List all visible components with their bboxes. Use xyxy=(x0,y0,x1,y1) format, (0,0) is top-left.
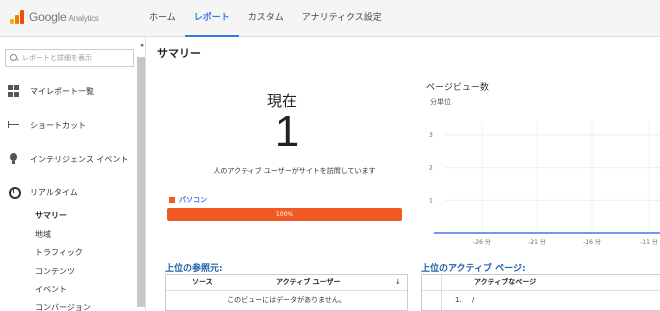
sidebar-collapse-button[interactable]: ◂ xyxy=(137,41,146,51)
active-user-count: 1 xyxy=(274,107,300,156)
main-content: サマリー 現在 1 人のアクティブ ユーザーがサイトを訪問しています パソコン … xyxy=(147,37,660,311)
no-data-message: このビューにはデータがありません。 xyxy=(227,296,346,304)
device-share-bar: 100% xyxy=(167,208,402,221)
clock-icon xyxy=(8,186,21,199)
sidebar-item-realtime[interactable]: リアルタイム xyxy=(0,182,137,202)
sidebar-subitem-locations[interactable]: 地域 xyxy=(35,229,51,240)
sidebar-item-label: マイレポート一覧 xyxy=(30,86,94,96)
top-referrers-table: ソース アクティブ ユーザー ↓ このビューにはデータがありません。 xyxy=(165,274,408,311)
top-bar: Google Analytics ホーム レポート カスタム アナリティクス設定 xyxy=(0,0,660,37)
top-active-pages-table: アクティブなページ 1. / xyxy=(421,274,660,311)
tab-custom[interactable]: カスタム xyxy=(239,0,293,37)
sidebar-item-my-reports[interactable]: マイレポート一覧 xyxy=(0,81,137,101)
col-active-users-header[interactable]: アクティブ ユーザー xyxy=(276,275,341,290)
tab-home[interactable]: ホーム xyxy=(140,0,185,37)
x-tick-label: -26 分 xyxy=(473,238,491,246)
sidebar-subitem-traffic[interactable]: トラフィック xyxy=(35,247,83,258)
x-tick-label: -11 分 xyxy=(640,238,658,246)
x-tick-label: -21 分 xyxy=(528,238,546,246)
page-title: サマリー xyxy=(157,47,201,60)
sidebar-subitem-content[interactable]: コンテンツ xyxy=(35,266,75,277)
device-name: パソコン xyxy=(179,196,207,204)
sidebar-subitem-conversions[interactable]: コンバージョン xyxy=(35,302,91,311)
sidebar-item-label: リアルタイム xyxy=(30,187,78,197)
main-nav: ホーム レポート カスタム アナリティクス設定 xyxy=(140,0,391,37)
active-page-path[interactable]: / xyxy=(472,296,474,304)
col-active-page-header[interactable]: アクティブなページ xyxy=(474,275,536,290)
top-referrers-title: 上位の参照元: xyxy=(165,264,223,274)
pageviews-per-minute-chart: 1 2 3 -26 分 -21 分 -16 分 -11 分 xyxy=(429,122,660,246)
y-tick-label: 2 xyxy=(429,165,433,172)
y-tick-label: 1 xyxy=(429,197,433,204)
grid-icon xyxy=(8,85,20,97)
x-tick-label: -16 分 xyxy=(583,238,601,246)
sidebar: ◂ マイレポート一覧 ショートカット インテリジェンス イベント リアルタイム … xyxy=(0,37,146,311)
shortcut-arrow-icon xyxy=(8,119,20,131)
device-share-percent: 100% xyxy=(275,211,294,218)
sidebar-item-label: インテリジェンス イベント xyxy=(30,154,129,164)
sidebar-scrollbar[interactable] xyxy=(137,57,145,307)
device-legend: パソコン xyxy=(169,195,207,205)
logo-text: Google Analytics xyxy=(29,10,99,24)
y-tick-label: 3 xyxy=(429,132,433,139)
pageviews-title: ページビュー数 xyxy=(426,83,489,93)
google-analytics-logo[interactable]: Google Analytics xyxy=(10,10,99,24)
lightbulb-icon xyxy=(8,153,20,165)
sidebar-item-intelligence-events[interactable]: インテリジェンス イベント xyxy=(0,149,137,169)
tab-reports[interactable]: レポート xyxy=(184,0,239,37)
sort-down-icon[interactable]: ↓ xyxy=(395,275,401,290)
analytics-logo-icon xyxy=(10,10,25,24)
report-search-input[interactable] xyxy=(22,54,132,62)
active-users-description: 人のアクティブ ユーザーがサイトを訪問しています xyxy=(213,167,376,175)
sidebar-subitem-events[interactable]: イベント xyxy=(35,284,67,295)
sidebar-item-shortcuts[interactable]: ショートカット xyxy=(0,115,137,135)
pageviews-subtitle: 分単位 xyxy=(430,98,451,106)
tab-admin[interactable]: アナリティクス設定 xyxy=(293,0,391,37)
col-source-header[interactable]: ソース xyxy=(192,275,213,290)
row-index: 1. xyxy=(455,296,462,304)
sidebar-item-label: ショートカット xyxy=(30,120,86,130)
report-search-box[interactable] xyxy=(5,49,134,67)
search-icon xyxy=(10,53,19,63)
sidebar-subitem-summary[interactable]: サマリー xyxy=(35,210,67,221)
top-active-pages-title: 上位のアクティブ ページ: xyxy=(421,264,526,274)
desktop-color-swatch xyxy=(169,197,175,203)
